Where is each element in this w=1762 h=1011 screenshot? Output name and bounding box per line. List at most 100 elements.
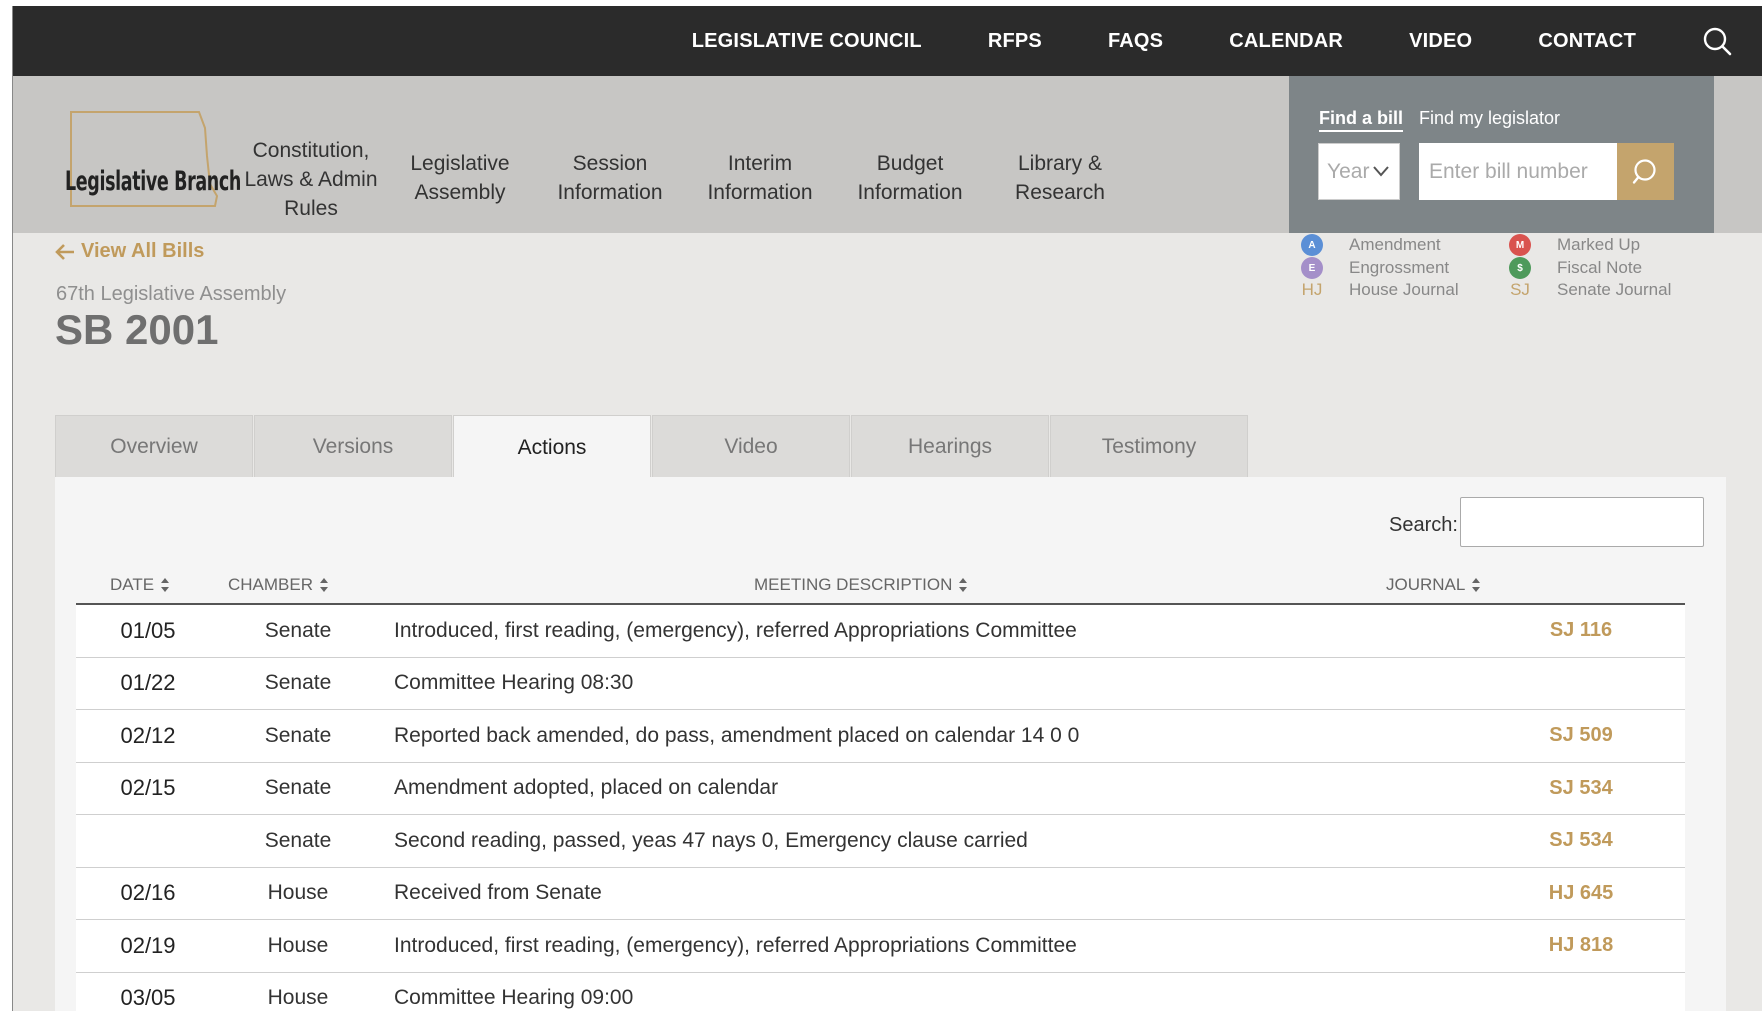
legend-item: A Amendment [1301, 234, 1441, 256]
sort-icon [1472, 578, 1481, 592]
row-date: 02/16 [120, 880, 176, 906]
actions-panel: Search: DATE CHAMBER MEETING DESCRIPTION… [55, 477, 1726, 1011]
description-header-label: MEETING DESCRIPTION [754, 575, 953, 594]
topnav-rfps[interactable]: RFPS [988, 30, 1042, 53]
row-description: Received from Senate [394, 881, 602, 905]
row-date: 02/12 [120, 722, 176, 748]
main-nav-item-line: Information [557, 181, 663, 204]
view-all-bills-link[interactable]: View All Bills [55, 240, 204, 263]
main-nav-item-line: Library & [1017, 152, 1103, 175]
main-nav-item-line: Information [857, 181, 963, 204]
main-nav-item-line: Rules [284, 197, 338, 220]
tab-actions[interactable]: Actions [453, 415, 651, 479]
main-nav-item-3[interactable]: Interim Information [675, 149, 845, 207]
chamber-header-label: CHAMBER [228, 575, 314, 594]
legend-badge-icon: E [1301, 257, 1323, 279]
main-nav-item-line: Legislative [410, 152, 510, 175]
legend-badge-icon: HJ [1301, 280, 1323, 299]
legend-label: Amendment [1349, 235, 1441, 254]
sort-icon [320, 578, 329, 592]
document-legend: A Amendment E Engrossment HJ House Journal M Ma… [1301, 234, 1701, 314]
table-header: DATE CHAMBER MEETING DESCRIPTION JOURNAL [76, 573, 1685, 605]
legend-item: E Engrossment [1301, 257, 1449, 279]
row-journal-link[interactable]: SJ 534 [1476, 815, 1686, 867]
journal-header-label: JOURNAL [1386, 575, 1466, 594]
main-nav-item-1[interactable]: Legislative Assembly [375, 149, 545, 207]
table-row: 03/05 House Committee Hearing 09:00 [76, 972, 1686, 1011]
row-journal-link[interactable]: SJ 509 [1476, 710, 1686, 762]
table-row: Senate Second reading, passed, yeas 47 na… [76, 815, 1685, 868]
row-description: Committee Hearing 08:30 [394, 671, 634, 695]
main-nav-item-line: Information [707, 181, 813, 204]
tab-video[interactable]: Video [652, 415, 850, 477]
table-search-input[interactable] [1460, 497, 1704, 547]
topnav-video[interactable]: VIDEO [1409, 30, 1472, 53]
legend-badge-icon: $ [1509, 257, 1531, 279]
row-description: Introduced, first reading, (emergency), … [394, 933, 1077, 957]
legend-label: Marked Up [1557, 235, 1641, 254]
find-legislator-tab[interactable]: Find my legislator [1419, 108, 1560, 129]
main-nav-item-line: Constitution, [252, 139, 370, 162]
legend-label: House Journal [1349, 280, 1459, 299]
main-nav-item-4[interactable]: Budget Information [825, 149, 995, 207]
main-nav-item-line: Laws & Admin [244, 168, 378, 191]
row-chamber: Senate [264, 618, 332, 642]
legend-item: HJ House Journal [1301, 279, 1459, 301]
year-select-label: Year [1327, 160, 1370, 183]
browser-page: LEGISLATIVE COUNCIL RFPS FAQS CALENDAR VIDEO… [12, 6, 1762, 1011]
tab-testimony[interactable]: Testimony [1050, 415, 1248, 477]
row-chamber: House [267, 986, 329, 1010]
date-header-label: DATE [110, 575, 155, 594]
bill-title: SB 2001 [55, 306, 219, 353]
main-nav-item-5[interactable]: Library & Research [975, 149, 1145, 207]
sort-journal-header[interactable]: JOURNAL [1386, 575, 1481, 595]
legend-badge-icon: A [1301, 234, 1323, 256]
row-journal-link [1476, 973, 1686, 1011]
row-journal-link[interactable]: HJ 818 [1476, 920, 1686, 972]
table-row: 01/05 Senate Introduced, first reading, (e… [76, 605, 1685, 658]
find-bill-search-button[interactable] [1617, 143, 1674, 200]
sort-icon [959, 578, 968, 592]
row-description: Introduced, first reading, (emergency), … [394, 618, 1077, 642]
bill-number-input[interactable] [1419, 143, 1617, 200]
row-description: Reported back amended, do pass, amendmen… [394, 723, 1080, 747]
topnav-legislative-council[interactable]: LEGISLATIVE COUNCIL [692, 30, 922, 53]
table-row: 02/12 Senate Reported back amended, do pas… [76, 710, 1685, 763]
main-nav-item-line: Session [572, 152, 648, 175]
main-nav-item-0[interactable]: Constitution, Laws & Admin Rules [226, 136, 396, 223]
row-chamber: Senate [264, 828, 332, 852]
sort-description-header[interactable]: MEETING DESCRIPTION [754, 575, 968, 595]
legend-item: SJ Senate Journal [1509, 279, 1671, 301]
top-bar: LEGISLATIVE COUNCIL RFPS FAQS CALENDAR VIDEO… [13, 6, 1762, 76]
topnav-calendar[interactable]: CALENDAR [1229, 30, 1343, 53]
row-journal-link[interactable]: HJ 645 [1476, 868, 1686, 920]
sort-chamber-header[interactable]: CHAMBER [228, 575, 329, 595]
assembly-label: 67th Legislative Assembly [56, 283, 287, 305]
tab-hearings[interactable]: Hearings [851, 415, 1049, 477]
topnav-contact[interactable]: CONTACT [1538, 30, 1636, 53]
sort-icon [161, 578, 170, 592]
row-chamber: Senate [264, 671, 332, 695]
arrow-left-icon [55, 243, 74, 260]
legend-label: Fiscal Note [1557, 258, 1643, 277]
main-nav-item-2[interactable]: Session Information [525, 149, 695, 207]
top-nav: LEGISLATIVE COUNCIL RFPS FAQS CALENDAR VIDEO… [692, 6, 1762, 76]
row-date [76, 815, 220, 867]
year-select[interactable]: Year [1318, 143, 1400, 200]
bill-finder: Find a bill Find my legislator Year [1289, 76, 1714, 233]
find-bill-tab[interactable]: Find a bill [1319, 108, 1403, 132]
row-chamber: Senate [264, 776, 332, 800]
row-journal-link[interactable]: SJ 116 [1476, 605, 1686, 657]
table-row: 02/15 Senate Amendment adopted, placed on … [76, 762, 1686, 815]
topnav-faqs[interactable]: FAQS [1108, 30, 1163, 53]
tab-overview[interactable]: Overview [55, 415, 253, 477]
search-icon[interactable] [1702, 26, 1732, 56]
row-description: Committee Hearing 09:00 [394, 986, 634, 1010]
tab-versions[interactable]: Versions [254, 415, 452, 477]
row-journal-link[interactable]: SJ 534 [1476, 763, 1686, 815]
legend-item: M Marked Up [1509, 234, 1640, 256]
main-nav-item-line: Research [1015, 181, 1105, 204]
row-chamber: Senate [264, 723, 332, 747]
logo-text: Legislative Branch [65, 166, 241, 197]
sort-date-header[interactable]: DATE [110, 575, 170, 595]
